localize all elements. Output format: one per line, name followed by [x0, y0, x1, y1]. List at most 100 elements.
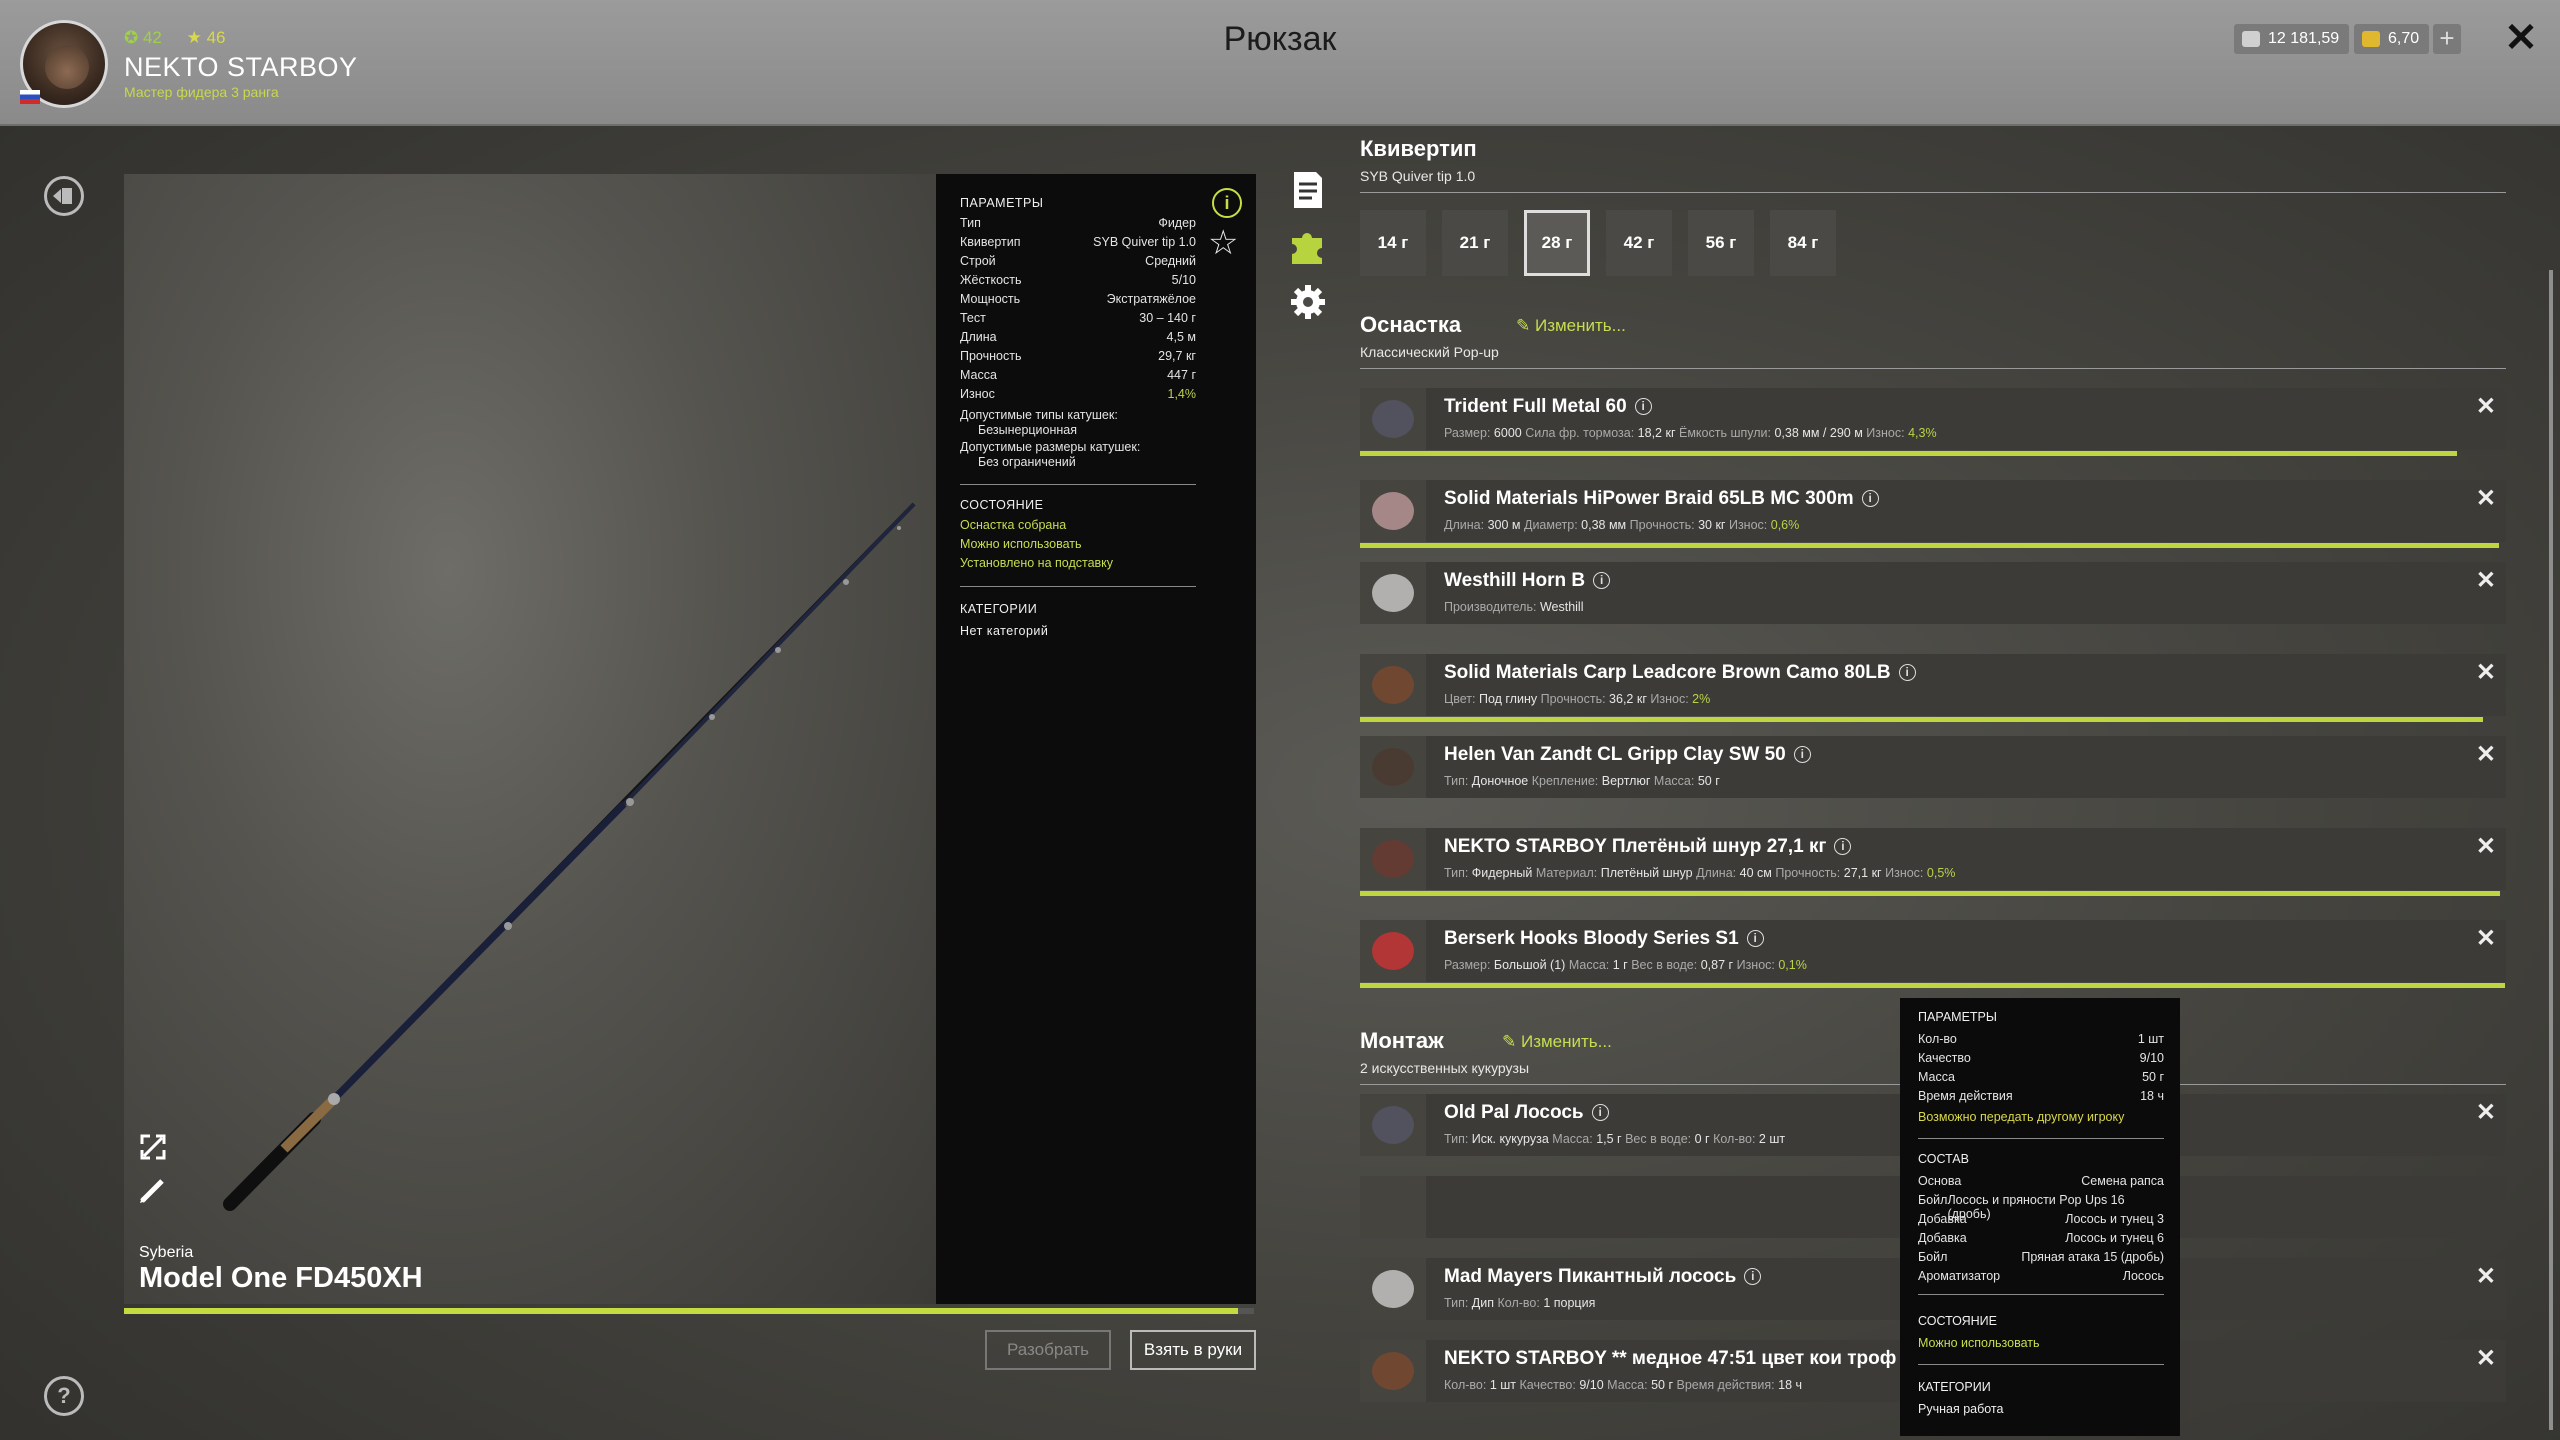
param-row: Масса 447 г [960, 368, 1196, 382]
close-icon[interactable]: ✕ [2476, 1262, 2496, 1291]
info-icon[interactable]: i [1746, 930, 1764, 947]
quivertip-weight-button[interactable]: 56 г [1688, 210, 1754, 276]
inventory-item[interactable]: Berserk Hooks Bloody Series S1 i Размер: Б… [1360, 920, 2506, 988]
detail-value: 40 см [1739, 866, 1772, 880]
detail-label: Сила фр. тормоза: [1525, 426, 1635, 440]
gear-icon[interactable] [1290, 282, 1326, 322]
detail-value: 2 шт [1758, 1132, 1786, 1146]
close-icon[interactable]: ✕ [2476, 832, 2496, 861]
quivertip-weight-button[interactable]: 21 г [1442, 210, 1508, 276]
item-thumbnail [1360, 736, 1426, 798]
detail-value: Плетёный шнур [1600, 866, 1693, 880]
param-value: 1,4% [1167, 387, 1197, 401]
param-value: Экстратяжёлое [1106, 292, 1196, 306]
detail-label: Прочность: [1540, 692, 1606, 706]
divider [1918, 1294, 2164, 1295]
star-icon[interactable]: ☆ [1208, 226, 1238, 260]
close-icon[interactable]: ✕ [2476, 924, 2496, 953]
close-icon[interactable]: ✕ [2476, 566, 2496, 595]
close-icon[interactable]: ✕ [2476, 1344, 2496, 1373]
item-durability-bar [1360, 891, 2501, 896]
gold-balance: 6,70 [2354, 24, 2430, 54]
inventory-item[interactable]: Solid Materials Carp Leadcore Brown Camo… [1360, 654, 2506, 722]
detail-label: Прочность: [1775, 866, 1841, 880]
tooltip-param-value: 18 ч [2140, 1089, 2164, 1103]
param-row: Строй Средний [960, 254, 1196, 268]
close-icon[interactable]: ✕ [2476, 484, 2496, 513]
divider [1360, 368, 2506, 369]
detail-label: Размер: [1444, 426, 1491, 440]
detail-label: Масса: [1607, 1378, 1648, 1392]
inventory-item[interactable]: NEKTO STARBOY Плетёный шнур 27,1 кг i Тип:… [1360, 828, 2506, 896]
tooltip-param-row: Качество 9/10 [1918, 1051, 2164, 1065]
item-details: Цвет: Под глину Прочность: 36,2 кг Износ… [1444, 692, 1710, 706]
detail-label: Ёмкость шпули: [1679, 426, 1771, 440]
param-key: Прочность [960, 349, 1022, 363]
composition-value: Лосось и тунец 3 [2065, 1212, 2164, 1226]
info-icon[interactable]: i [1793, 746, 1811, 763]
detail-value: 0,1% [1778, 958, 1807, 972]
info-icon[interactable]: i [1744, 1268, 1762, 1285]
item-thumbnail [1360, 1340, 1426, 1402]
item-name-text: NEKTO STARBOY ** медное 47:51 цвет кои т… [1444, 1348, 1917, 1369]
detail-value: 0 г [1694, 1132, 1710, 1146]
detail-value: 27,1 кг [1843, 866, 1882, 880]
expand-icon[interactable] [138, 1132, 168, 1162]
item-name-text: Mad Mayers Пикантный лосось [1444, 1266, 1737, 1287]
info-icon[interactable]: i [1634, 398, 1652, 415]
inventory-item[interactable]: Helen Van Zandt CL Gripp Clay SW 50 i Тип:… [1360, 736, 2506, 798]
item-thumbnail [1360, 920, 1426, 982]
item-icon [1372, 400, 1414, 438]
scrollbar[interactable] [2549, 270, 2553, 1430]
item-name: Solid Materials Carp Leadcore Brown Camo… [1444, 662, 1916, 684]
detail-value: Большой (1) [1493, 958, 1566, 972]
document-icon[interactable] [1290, 170, 1326, 210]
page-title: Рюкзак [1223, 20, 1337, 58]
quivertip-weight-button[interactable]: 28 г [1524, 210, 1590, 276]
tackle-edit-link[interactable]: ✎ Изменить... [1516, 316, 1626, 336]
close-icon[interactable]: ✕ [2476, 658, 2496, 687]
info-icon[interactable]: i [1861, 490, 1879, 507]
detail-value: 36,2 кг [1609, 692, 1647, 706]
info-icon[interactable]: i [1898, 664, 1916, 681]
close-icon[interactable]: ✕ [2476, 740, 2496, 769]
montage-edit-link[interactable]: ✎ Изменить... [1502, 1032, 1612, 1052]
info-icon[interactable]: i [1593, 572, 1611, 589]
close-icon[interactable]: ✕ [2476, 392, 2496, 421]
detail-label: Прочность: [1629, 518, 1695, 532]
categories-value: Нет категорий [960, 624, 1049, 638]
item-name-text: Solid Materials Carp Leadcore Brown Camo… [1444, 662, 1891, 683]
tackle-title: Оснастка [1360, 312, 1462, 337]
inventory-item[interactable]: Westhill Horn B i Производитель: Westhill … [1360, 562, 2506, 624]
close-icon[interactable]: ✕ [2476, 1098, 2496, 1127]
info-icon[interactable]: i [1591, 1104, 1609, 1121]
info-icon[interactable]: i [1212, 188, 1242, 218]
take-in-hands-button[interactable]: Взять в руки [1130, 1330, 1256, 1370]
inventory-item[interactable]: Trident Full Metal 60 i Размер: 6000 Сила … [1360, 388, 2506, 456]
pencil-icon[interactable] [138, 1175, 168, 1205]
disassemble-button[interactable]: Разобрать [985, 1330, 1111, 1370]
exit-icon[interactable] [44, 176, 84, 216]
quivertip-weight-button[interactable]: 42 г [1606, 210, 1672, 276]
puzzle-icon[interactable] [1290, 226, 1326, 266]
param-value: SYB Quiver tip 1.0 [1093, 235, 1196, 249]
close-icon[interactable]: ✕ [2504, 18, 2538, 58]
item-icon [1372, 1352, 1414, 1390]
composition-key: Добавка [1918, 1212, 1967, 1226]
detail-value: 18,2 кг [1637, 426, 1676, 440]
quivertip-weight-button[interactable]: 84 г [1770, 210, 1836, 276]
param-key: Квивертип [960, 235, 1021, 249]
rod-brand: Syberia [139, 1244, 194, 1261]
item-name-text: Helen Van Zandt CL Gripp Clay SW 50 [1444, 744, 1786, 765]
rod-preview[interactable] [124, 174, 936, 1304]
item-icon [1372, 840, 1414, 878]
reel-types-label: Допустимые типы катушек: [960, 408, 1118, 422]
help-icon[interactable]: ? [44, 1376, 84, 1416]
inventory-item[interactable]: Solid Materials HiPower Braid 65LB MC 30… [1360, 480, 2506, 548]
detail-label: Крепление: [1531, 774, 1599, 788]
add-gold-button[interactable]: + [2433, 24, 2461, 54]
quivertip-weight-button[interactable]: 14 г [1360, 210, 1426, 276]
detail-value: Вертлюг [1601, 774, 1651, 788]
info-icon[interactable]: i [1834, 838, 1852, 855]
param-row: Тип Фидер [960, 216, 1196, 230]
